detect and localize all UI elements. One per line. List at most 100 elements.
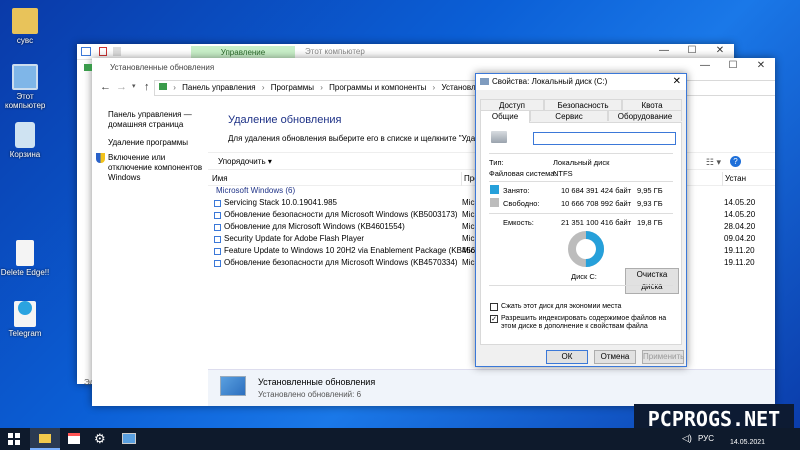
breadcrumb-separator-icon: › (320, 83, 323, 92)
breadcrumb-separator-icon: › (173, 83, 176, 92)
this-pc-title: Этот компьютер (305, 47, 365, 56)
group-header[interactable]: Microsoft Windows (6) (216, 186, 295, 195)
details-title: Установленные обновления (258, 377, 376, 387)
sidebar-uninstall-link[interactable]: Удаление программы (108, 138, 208, 148)
details-subtitle: Установлено обновлений: 6 (258, 390, 362, 399)
sidebar-home-link[interactable]: Панель управления — домашняя страница (108, 110, 208, 130)
update-icon (214, 224, 221, 231)
capacity-label: Емкость: (503, 218, 534, 227)
user-folder-icon (12, 8, 38, 34)
desktop-icon-telegram[interactable]: Telegram (0, 296, 50, 338)
desktop-icon-label: Этот компьютер (5, 92, 46, 110)
language-indicator[interactable]: РУС (698, 434, 714, 443)
properties-icon[interactable] (99, 47, 107, 56)
ok-button[interactable]: ОК (546, 350, 588, 364)
file-icon (16, 240, 34, 266)
control-panel-taskbar-icon[interactable] (122, 433, 136, 444)
close-icon[interactable]: ✕ (673, 76, 681, 87)
update-icon (214, 200, 221, 207)
disk-usage-donut (568, 231, 604, 267)
free-bytes: 10 666 708 992 байт (561, 199, 632, 208)
windows-start-icon[interactable] (8, 433, 20, 445)
chevron-down-icon: ▾ (267, 157, 272, 166)
dialog-titlebar: Свойства: Локальный диск (C:) ✕ (476, 74, 686, 90)
volume-icon[interactable]: ◁) (682, 433, 692, 444)
desktop-icon-delete-edge[interactable]: Delete Edge!! (0, 240, 50, 277)
sidebar-features-link[interactable]: Включение или отключение компонентов Win… (96, 153, 208, 183)
help-icon[interactable]: ? (730, 156, 741, 167)
tab-tools[interactable]: Сервис (530, 110, 608, 121)
location-icon (159, 83, 167, 90)
type-label: Тип: (489, 158, 504, 167)
desktop-icon-label: Telegram (8, 329, 42, 338)
telegram-icon (14, 301, 36, 327)
maximize-icon[interactable]: ☐ (719, 60, 747, 71)
used-swatch (490, 185, 499, 194)
taskbar: ⚙ ◁) РУС 14.05.2021 (0, 428, 800, 450)
recycle-bin-icon (15, 122, 35, 148)
organize-button[interactable]: Упорядочить ▾ (218, 157, 272, 166)
drive-large-icon (491, 131, 507, 143)
fs-label: Файловая система: (489, 169, 557, 178)
quick-access-icon[interactable] (81, 47, 91, 56)
breadcrumb-separator-icon: › (261, 83, 265, 92)
store-icon[interactable] (68, 433, 80, 444)
close-icon[interactable]: ✕ (747, 60, 775, 71)
maximize-icon[interactable]: ☐ (678, 45, 706, 56)
column-name[interactable]: Имя (212, 172, 228, 186)
computer-icon (12, 64, 38, 90)
back-arrow-icon[interactable]: ← (100, 81, 111, 93)
free-swatch (490, 198, 499, 207)
used-bytes: 10 684 391 424 байт (561, 186, 632, 195)
tab-hardware[interactable]: Оборудование (608, 110, 682, 121)
drive-name-input[interactable] (533, 132, 676, 145)
compress-checkbox[interactable] (490, 303, 498, 311)
sidebar: Панель управления — домашняя страница Уд… (96, 110, 208, 183)
page-title: Удаление обновления (228, 114, 342, 126)
breadcrumb-programs-features[interactable]: Программы и компоненты (329, 83, 426, 92)
tab-sharing[interactable]: Доступ (480, 99, 544, 110)
minimize-icon[interactable]: — (691, 60, 719, 71)
desktop-icon-recycle-bin[interactable]: Корзина (0, 122, 50, 159)
disk-cleanup-button[interactable]: Очистка диска (625, 268, 679, 294)
apply-button[interactable]: Применить (642, 350, 684, 364)
update-icon (214, 248, 221, 255)
breadcrumb-control-panel[interactable]: Панель управления (182, 83, 256, 92)
settings-gear-icon[interactable]: ⚙ (94, 431, 106, 447)
index-checkbox[interactable]: ✓ (490, 315, 498, 323)
breadcrumb-programs[interactable]: Программы (271, 83, 314, 92)
tab-security[interactable]: Безопасность (544, 99, 622, 110)
details-pane: Установленные обновления Установлено обн… (208, 369, 775, 406)
updates-large-icon (220, 376, 246, 396)
new-folder-icon[interactable] (113, 47, 121, 56)
free-gb: 9,93 ГБ (637, 199, 663, 208)
desktop-icon-label: сувс (16, 36, 34, 45)
divider (489, 213, 673, 214)
close-icon[interactable]: ✕ (706, 45, 734, 56)
fs-value: NTFS (553, 169, 573, 178)
forward-arrow-icon[interactable]: → (116, 81, 127, 93)
update-icon (214, 260, 221, 267)
desktop-icon-label: Корзина (9, 150, 41, 159)
desktop-icon-user[interactable]: сувс (0, 8, 50, 45)
view-options-icon[interactable]: ☷ ▾ (706, 157, 721, 168)
control-panel-icon (84, 64, 92, 71)
window-title: Установленные обновления (110, 63, 215, 72)
update-icon (214, 212, 221, 219)
free-label: Свободно: (503, 199, 540, 208)
clock-date[interactable]: 14.05.2021 (730, 439, 765, 446)
file-explorer-icon[interactable] (30, 428, 60, 450)
dialog-title: Свойства: Локальный диск (C:) (492, 77, 608, 86)
used-gb: 9,95 ГБ (637, 186, 663, 195)
tab-quota[interactable]: Квота (622, 99, 682, 110)
minimize-icon[interactable]: — (650, 45, 678, 56)
tab-general[interactable]: Общие (480, 110, 530, 123)
up-arrow-icon[interactable]: ↑ (144, 81, 150, 93)
recent-dropdown-icon[interactable]: ▾ (132, 82, 136, 90)
desktop-icon-this-pc[interactable]: Этот компьютер (0, 64, 50, 110)
column-date[interactable]: Устан (722, 172, 746, 186)
disk-label: Диск С: (571, 272, 597, 281)
divider (489, 181, 673, 182)
cancel-button[interactable]: Отмена (594, 350, 636, 364)
capacity-bytes: 21 351 100 416 байт (561, 218, 632, 227)
